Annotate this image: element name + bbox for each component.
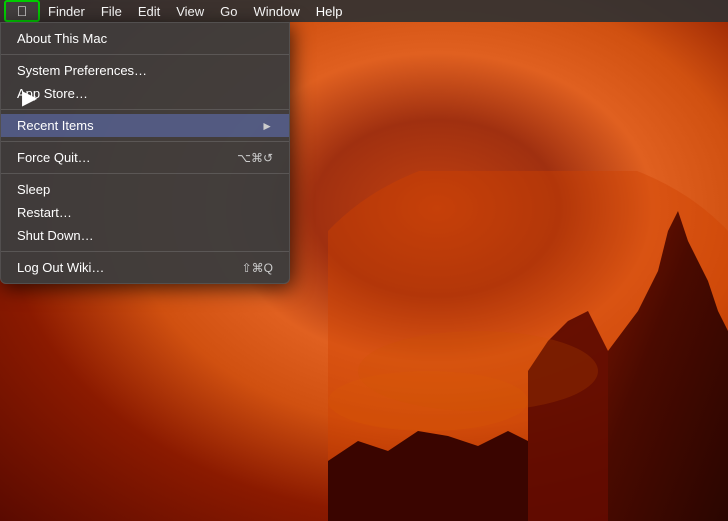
menu-item-force-quit-label: Force Quit… [17, 150, 217, 165]
menu-item-logout-label: Log Out Wiki… [17, 260, 222, 275]
menu-item-logout[interactable]: Log Out Wiki… ⇧⌘Q [1, 256, 289, 279]
menu-item-shutdown[interactable]: Shut Down… [1, 224, 289, 247]
menubar-finder[interactable]: Finder [40, 0, 93, 22]
menubar-go[interactable]: Go [212, 0, 245, 22]
rock-silhouette [328, 171, 728, 521]
menubar-file[interactable]: File [93, 0, 130, 22]
menu-item-sleep[interactable]: Sleep [1, 178, 289, 201]
menu-item-system-prefs-label: System Preferences… [17, 63, 273, 78]
menu-item-force-quit[interactable]: Force Quit… ⌥⌘↺ [1, 146, 289, 169]
menu-item-about[interactable]: About This Mac [1, 27, 289, 50]
menubar-help[interactable]: Help [308, 0, 351, 22]
menubar-window[interactable]: Window [246, 0, 308, 22]
apple-logo-icon:  [17, 4, 28, 18]
menu-item-recent-items-label: Recent Items [17, 118, 251, 133]
menubar-items: Finder File Edit View Go Window Help [40, 0, 351, 22]
menu-item-logout-shortcut: ⇧⌘Q [242, 261, 273, 275]
menu-item-force-quit-shortcut: ⌥⌘↺ [237, 151, 273, 165]
menu-item-shutdown-label: Shut Down… [17, 228, 273, 243]
submenu-arrow-icon: ► [261, 119, 273, 133]
menu-item-restart[interactable]: Restart… [1, 201, 289, 224]
menubar-view[interactable]: View [168, 0, 212, 22]
menu-separator-2 [1, 109, 289, 110]
menu-item-about-label: About This Mac [17, 31, 273, 46]
menu-item-app-store[interactable]: App Store… [1, 82, 289, 105]
menu-separator-1 [1, 54, 289, 55]
menu-item-app-store-label: App Store… [17, 86, 273, 101]
menu-separator-4 [1, 173, 289, 174]
menu-item-restart-label: Restart… [17, 205, 273, 220]
menu-separator-3 [1, 141, 289, 142]
menu-item-sleep-label: Sleep [17, 182, 273, 197]
menubar-edit[interactable]: Edit [130, 0, 168, 22]
apple-dropdown-menu: About This Mac System Preferences… App S… [0, 22, 290, 284]
menu-item-recent-items[interactable]: Recent Items ► [1, 114, 289, 137]
menu-separator-5 [1, 251, 289, 252]
menubar:  Finder File Edit View Go Window Help [0, 0, 728, 22]
menu-item-system-prefs[interactable]: System Preferences… [1, 59, 289, 82]
apple-menu-button[interactable]:  [4, 0, 40, 22]
